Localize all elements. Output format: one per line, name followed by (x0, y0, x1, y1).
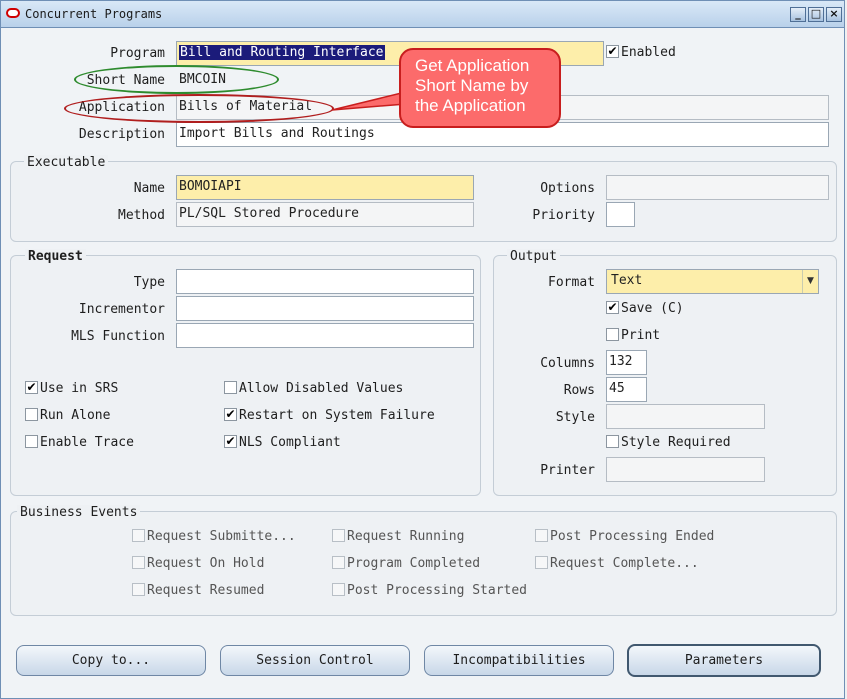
nls-compliant-label: NLS Compliant (239, 435, 341, 450)
event-request-submitted-label: Request Submitte... (147, 529, 296, 544)
incompatibilities-button[interactable]: Incompatibilities (424, 645, 614, 676)
chevron-down-icon[interactable]: ▼ (802, 270, 818, 293)
print-checkbox[interactable] (606, 328, 619, 341)
enabled-checkbox[interactable]: ✔ (606, 45, 619, 58)
style-required-label: Style Required (621, 435, 731, 450)
allow-disabled-values-checkbox[interactable] (224, 381, 237, 394)
description-label: Description (78, 127, 165, 142)
enabled-label: Enabled (621, 45, 676, 60)
method-field[interactable]: PL/SQL Stored Procedure (176, 202, 474, 227)
style-field[interactable] (606, 404, 765, 429)
callout-text: Get Application Short Name by the Applic… (415, 56, 530, 115)
event-request-running-checkbox[interactable] (332, 529, 345, 542)
event-request-resumed-label: Request Resumed (147, 583, 265, 598)
request-title: Request (25, 249, 86, 264)
method-value: PL/SQL Stored Procedure (179, 206, 360, 221)
event-program-completed-label: Program Completed (347, 556, 481, 571)
copy-to-button[interactable]: Copy to... (16, 645, 206, 676)
checkmark-icon: ✔ (607, 44, 618, 58)
use-in-srs-label: Use in SRS (40, 381, 119, 396)
short-name-highlight-ellipse (74, 65, 279, 94)
event-post-processing-ended-checkbox[interactable] (535, 529, 548, 542)
mls-function-label: MLS Function (71, 329, 165, 344)
allow-disabled-values-label: Allow Disabled Values (239, 381, 404, 396)
event-program-completed-checkbox[interactable] (332, 556, 345, 569)
business-events-title: Business Events (17, 505, 141, 520)
save-checkbox[interactable]: ✔ (606, 301, 619, 314)
maximize-button[interactable]: □ (808, 7, 824, 22)
printer-label: Printer (540, 463, 595, 478)
incrementor-label: Incrementor (78, 302, 165, 317)
type-label: Type (133, 275, 165, 290)
exec-name-label: Name (133, 181, 165, 196)
style-required-checkbox[interactable] (606, 435, 619, 448)
format-value: Text (611, 273, 643, 288)
event-request-completed-checkbox[interactable] (535, 556, 548, 569)
parameters-button[interactable]: Parameters (627, 644, 821, 677)
printer-field[interactable] (606, 457, 765, 482)
incrementor-field[interactable] (176, 296, 474, 321)
checkmark-icon: ✔ (607, 300, 618, 314)
callout-box: Get Application Short Name by the Applic… (399, 48, 561, 128)
mls-function-field[interactable] (176, 323, 474, 348)
exec-name-value: BOMOIAPI (179, 179, 242, 194)
event-request-on-hold-label: Request On Hold (147, 556, 265, 571)
columns-label: Columns (540, 356, 595, 371)
oracle-logo-icon (6, 8, 20, 18)
method-label: Method (118, 208, 165, 223)
run-alone-label: Run Alone (40, 408, 111, 423)
print-label: Print (621, 328, 661, 343)
format-label: Format (548, 275, 595, 290)
rows-value: 45 (609, 381, 625, 396)
enable-trace-label: Enable Trace (40, 435, 134, 450)
priority-field[interactable] (606, 202, 635, 227)
options-field[interactable] (606, 175, 829, 200)
style-label: Style (555, 410, 595, 425)
window-titlebar: Concurrent Programs _ □ × (0, 0, 845, 28)
options-label: Options (540, 181, 595, 196)
program-value: Bill and Routing Interface (179, 45, 385, 60)
event-post-processing-started-checkbox[interactable] (332, 583, 345, 596)
run-alone-checkbox[interactable] (25, 408, 38, 421)
save-label: Save (C) (621, 301, 684, 316)
nls-compliant-checkbox[interactable]: ✔ (224, 435, 237, 448)
columns-field[interactable]: 132 (606, 350, 647, 375)
enable-trace-checkbox[interactable] (25, 435, 38, 448)
event-post-processing-ended-label: Post Processing Ended (550, 529, 715, 544)
restart-on-failure-label: Restart on System Failure (239, 408, 435, 423)
format-dropdown[interactable]: Text ▼ (606, 269, 819, 294)
close-button[interactable]: × (826, 7, 842, 22)
exec-name-field[interactable]: BOMOIAPI (176, 175, 474, 200)
event-request-running-label: Request Running (347, 529, 465, 544)
priority-label: Priority (532, 208, 595, 223)
session-control-button[interactable]: Session Control (220, 645, 410, 676)
event-request-on-hold-checkbox[interactable] (132, 556, 145, 569)
rows-field[interactable]: 45 (606, 377, 647, 402)
checkmark-icon: ✔ (225, 434, 236, 448)
checkmark-icon: ✔ (225, 407, 236, 421)
type-field[interactable] (176, 269, 474, 294)
columns-value: 132 (609, 354, 633, 369)
event-post-processing-started-label: Post Processing Started (347, 583, 528, 598)
minimize-button[interactable]: _ (790, 7, 806, 22)
program-label: Program (110, 46, 165, 61)
output-title: Output (507, 249, 560, 264)
checkmark-icon: ✔ (26, 380, 37, 394)
restart-on-failure-checkbox[interactable]: ✔ (224, 408, 237, 421)
event-request-submitted-checkbox[interactable] (132, 529, 145, 542)
rows-label: Rows (563, 383, 595, 398)
use-in-srs-checkbox[interactable]: ✔ (25, 381, 38, 394)
description-value: Import Bills and Routings (179, 126, 375, 141)
event-request-completed-label: Request Complete... (550, 556, 699, 571)
executable-title: Executable (24, 155, 109, 170)
event-request-resumed-checkbox[interactable] (132, 583, 145, 596)
window-title: Concurrent Programs (25, 7, 163, 21)
application-highlight-ellipse (64, 94, 334, 123)
